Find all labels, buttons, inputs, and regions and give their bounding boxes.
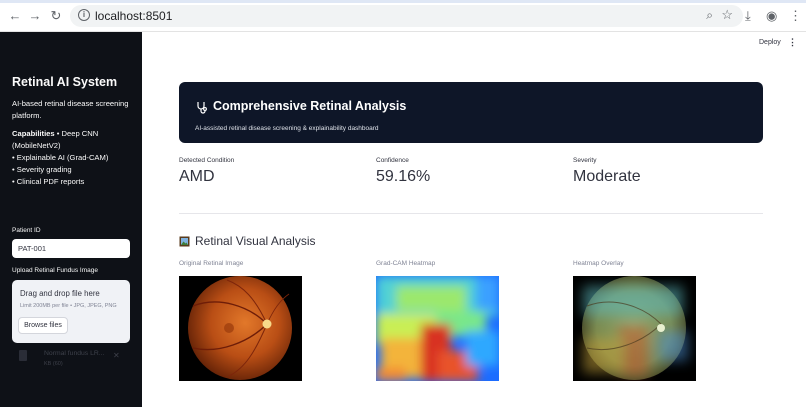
- forward-arrow-icon[interactable]: →: [28, 9, 42, 23]
- metric-label-severity: Severity: [573, 157, 597, 164]
- sidebar-description: AI-based retinal disease screening platf…: [12, 99, 129, 120]
- metric-label-confidence: Confidence: [376, 157, 409, 164]
- bookmark-star-icon[interactable]: ☆: [721, 7, 733, 23]
- reload-icon[interactable]: ↻: [49, 9, 63, 23]
- address-bar[interactable]: i localhost:8501 ⌕ ☆: [70, 5, 743, 27]
- original-image-label: Original Retinal Image: [179, 260, 244, 267]
- capability-item: • Explainable AI (Grad-CAM): [12, 153, 109, 162]
- capability-item: • Severity grading: [12, 165, 72, 174]
- profile-icon[interactable]: ◉: [766, 8, 777, 24]
- browse-files-button[interactable]: Browse files: [18, 317, 68, 334]
- upload-limit-text: Limit 200MB per file • JPG, JPEG, PNG: [20, 303, 117, 309]
- header-banner: Comprehensive Retinal Analysis AI-assist…: [179, 82, 763, 143]
- section-divider: [179, 213, 763, 214]
- metric-value-severity: Moderate: [573, 168, 641, 185]
- banner-subtitle: AI-assisted retinal disease screening & …: [195, 125, 379, 132]
- overlay-image-label: Heatmap Overlay: [573, 260, 624, 267]
- zoom-icon[interactable]: ⌕: [706, 8, 713, 23]
- original-retinal-image: [179, 276, 302, 381]
- sidebar-title: Retinal AI System: [12, 75, 118, 89]
- metric-value-confidence: 59.16%: [376, 168, 431, 185]
- metric-label-condition: Detected Condition: [179, 157, 235, 164]
- upload-label: Upload Retinal Fundus Image: [12, 267, 98, 274]
- site-info-icon[interactable]: i: [78, 9, 90, 21]
- heatmap-overlay-image: [573, 276, 696, 381]
- picture-frame-icon: [179, 236, 190, 247]
- remove-file-icon[interactable]: ✕: [113, 351, 120, 360]
- capabilities-heading: Capabilities: [12, 129, 55, 138]
- kebab-menu-icon[interactable]: ⋮: [788, 37, 797, 48]
- tab-strip: [0, 0, 806, 3]
- deploy-button[interactable]: Deploy: [759, 39, 781, 46]
- uploaded-file-name: Normal fundus LR...: [44, 350, 105, 357]
- browser-menu-icon[interactable]: ⋮: [789, 8, 802, 24]
- capability-item: • Clinical PDF reports: [12, 177, 85, 186]
- uploaded-file-size: KB (60): [44, 361, 63, 367]
- url-text[interactable]: localhost:8501: [95, 9, 172, 23]
- gradcam-heatmap-image: [376, 276, 499, 381]
- back-arrow-icon[interactable]: ←: [8, 9, 22, 23]
- download-icon[interactable]: ⤓: [745, 8, 751, 24]
- metric-value-condition: AMD: [179, 168, 215, 185]
- file-icon: [19, 350, 27, 361]
- capabilities-list: Capabilities • Deep CNN (MobileNetV2) • …: [12, 128, 136, 188]
- browser-toolbar: ← → ↻ i localhost:8501 ⌕ ☆ ⤓ ◉ ⋮: [0, 0, 806, 32]
- patient-id-label: Patient ID: [12, 227, 41, 234]
- dropzone-text: Drag and drop file here: [20, 289, 100, 298]
- stethoscope-icon: [197, 102, 207, 114]
- heatmap-image-label: Grad-CAM Heatmap: [376, 260, 436, 267]
- banner-title: Comprehensive Retinal Analysis: [213, 99, 407, 113]
- uploaded-file-row: Normal fundus LR... KB (60) ✕: [16, 346, 128, 374]
- sidebar: Retinal AI System AI-based retinal disea…: [0, 32, 142, 407]
- file-uploader-dropzone[interactable]: Drag and drop file here Limit 200MB per …: [12, 280, 130, 343]
- section-title: Retinal Visual Analysis: [195, 234, 316, 248]
- patient-id-input[interactable]: PAT-001: [12, 239, 130, 258]
